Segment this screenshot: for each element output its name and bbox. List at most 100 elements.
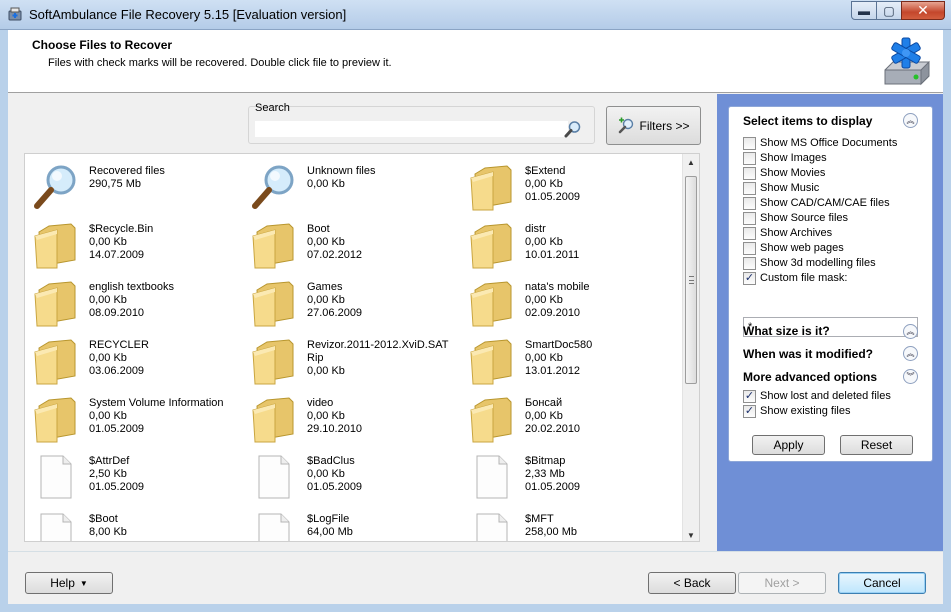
file-name: nata's mobile (525, 281, 590, 293)
checkmark-icon[interactable]: ✓ (743, 271, 756, 285)
file-list[interactable]: Recovered files 290,75 Mb Unknown files 0,0… (24, 153, 700, 542)
apply-button[interactable]: Apply (752, 435, 825, 455)
file-size: 0,00 Kb (307, 294, 345, 306)
folder-icon (467, 220, 515, 270)
file-meta: Boot 0,00 Kb 07.02.2012 (307, 223, 453, 262)
checkbox-row[interactable]: Show 3d modelling files (743, 256, 876, 270)
file-item[interactable]: Unknown files 0,00 Kb (243, 158, 453, 216)
file-list-scrollbar[interactable]: ▲ ▼ (682, 154, 699, 541)
scroll-down-icon[interactable]: ▼ (683, 527, 699, 541)
file-item[interactable]: $Recycle.Bin 0,00 Kb 14.07.2009 (25, 216, 235, 274)
checkmark-icon[interactable]: ✓ (743, 404, 756, 418)
file-size: 0,00 Kb (307, 410, 345, 422)
checkbox-row[interactable]: Show Movies (743, 166, 825, 180)
file-meta: Бонсай 0,00 Kb 20.02.2010 (525, 397, 671, 436)
reset-button[interactable]: Reset (840, 435, 913, 455)
window-title: SoftAmbulance File Recovery 5.15 [Evalua… (29, 7, 347, 22)
search-icon[interactable] (563, 119, 583, 139)
maximize-button[interactable]: ▢ (876, 1, 902, 20)
checkbox-row[interactable]: Show Source files (743, 211, 848, 225)
scroll-up-icon[interactable]: ▲ (683, 154, 699, 170)
checkbox-label: Show 3d modelling files (760, 257, 876, 269)
file-item[interactable]: $AttrDef 2,50 Kb 01.05.2009 (25, 448, 235, 506)
checkbox-row[interactable]: Show Music (743, 181, 819, 195)
checkbox-row[interactable]: Show Images (743, 151, 827, 165)
file-date: 01.05.2009 (307, 481, 363, 493)
file-item[interactable]: $Extend 0,00 Kb 01.05.2009 (461, 158, 671, 216)
checkbox[interactable] (743, 226, 756, 240)
file-size: 64,00 Mb (307, 526, 353, 538)
file-size: 0,00 Kb (525, 236, 563, 248)
advanced-heading[interactable]: More advanced options (743, 370, 877, 384)
file-item[interactable]: $MFT 258,00 Mb (461, 506, 671, 541)
file-item[interactable]: SmartDoc580 0,00 Kb 13.01.2012 (461, 332, 671, 390)
file-size: 8,00 Kb (89, 526, 127, 538)
collapse-up-icon[interactable]: ︽ (903, 113, 918, 128)
checkbox[interactable] (743, 256, 756, 270)
scrollbar-thumb[interactable] (685, 176, 697, 384)
file-meta: Revizor.2011-2012.XviD.SATRip 0,00 Kb (307, 339, 453, 378)
minimize-button[interactable]: ▬ (851, 1, 877, 20)
checkbox[interactable] (743, 136, 756, 150)
filters-button-label: Filters >> (639, 118, 690, 133)
file-item[interactable]: $LogFile 64,00 Mb (243, 506, 453, 541)
file-size: 0,00 Kb (89, 352, 127, 364)
file-size: 0,00 Kb (307, 178, 345, 190)
checkbox-label: Show Music (760, 182, 820, 194)
checkbox[interactable] (743, 241, 756, 255)
dropdown-arrow-icon: ▼ (79, 578, 88, 588)
cancel-button[interactable]: Cancel (838, 572, 926, 594)
checkbox-row[interactable]: ✓ Show lost and deleted files (743, 389, 891, 403)
checkbox-row[interactable]: Show Archives (743, 226, 832, 240)
checkbox-row[interactable]: ✓ Show existing files (743, 404, 851, 418)
checkbox[interactable] (743, 151, 756, 165)
file-item[interactable]: $BadClus 0,00 Kb 01.05.2009 (243, 448, 453, 506)
expand-modified-icon[interactable]: ︽ (903, 346, 918, 361)
checkbox[interactable] (743, 166, 756, 180)
file-item[interactable]: Revizor.2011-2012.XviD.SATRip 0,00 Kb (243, 332, 453, 390)
close-button[interactable]: ✕ (901, 1, 945, 20)
checkbox-row[interactable]: ✓ Custom file mask: (743, 271, 847, 285)
filters-button[interactable]: Filters >> (606, 106, 701, 145)
checkbox[interactable] (743, 181, 756, 195)
file-item[interactable]: Games 0,00 Kb 27.06.2009 (243, 274, 453, 332)
grip-icon (689, 276, 694, 284)
modified-heading[interactable]: When was it modified? (743, 347, 873, 361)
size-heading[interactable]: What size is it? (743, 324, 830, 338)
file-item[interactable]: Recovered files 290,75 Mb (25, 158, 235, 216)
file-item[interactable]: $Bitmap 2,33 Mb 01.05.2009 (461, 448, 671, 506)
wizard-body: Choose Files to Recover Files with check… (8, 30, 943, 604)
checkmark-icon[interactable]: ✓ (743, 389, 756, 403)
file-name: Revizor.2011-2012.XviD.SATRip (307, 339, 449, 364)
file-item[interactable]: video 0,00 Kb 29.10.2010 (243, 390, 453, 448)
file-item[interactable]: System Volume Information 0,00 Kb 01.05.20… (25, 390, 235, 448)
expand-size-icon[interactable]: ︽ (903, 324, 918, 339)
help-button[interactable]: Help ▼ (25, 572, 113, 594)
back-button[interactable]: < Back (648, 572, 736, 594)
file-icon (249, 452, 297, 502)
folder-icon (467, 336, 515, 386)
checkbox-row[interactable]: Show CAD/CAM/CAE files (743, 196, 890, 210)
drive-recovery-icon (884, 37, 930, 86)
next-button[interactable]: Next > (738, 572, 826, 594)
file-item[interactable]: distr 0,00 Kb 10.01.2011 (461, 216, 671, 274)
checkbox[interactable] (743, 196, 756, 210)
file-item[interactable]: $Boot 8,00 Kb (25, 506, 235, 541)
file-date: 01.05.2009 (525, 481, 581, 493)
file-item[interactable]: Бонсай 0,00 Kb 20.02.2010 (461, 390, 671, 448)
checkbox-row[interactable]: Show web pages (743, 241, 844, 255)
checkbox-row[interactable]: Show MS Office Documents (743, 136, 897, 150)
collapse-advanced-icon[interactable]: ︾ (903, 369, 918, 384)
file-date: 01.05.2009 (89, 481, 145, 493)
search-input[interactable] (255, 121, 568, 137)
file-meta: $AttrDef 2,50 Kb 01.05.2009 (89, 455, 235, 494)
file-date: 07.02.2012 (307, 249, 363, 261)
file-item[interactable]: nata's mobile 0,00 Kb 02.09.2010 (461, 274, 671, 332)
file-size: 0,00 Kb (89, 294, 127, 306)
file-item[interactable]: Boot 0,00 Kb 07.02.2012 (243, 216, 453, 274)
folder-icon (249, 394, 297, 444)
file-item[interactable]: english textbooks 0,00 Kb 08.09.2010 (25, 274, 235, 332)
file-icon (249, 510, 297, 541)
file-item[interactable]: RECYCLER 0,00 Kb 03.06.2009 (25, 332, 235, 390)
checkbox[interactable] (743, 211, 756, 225)
